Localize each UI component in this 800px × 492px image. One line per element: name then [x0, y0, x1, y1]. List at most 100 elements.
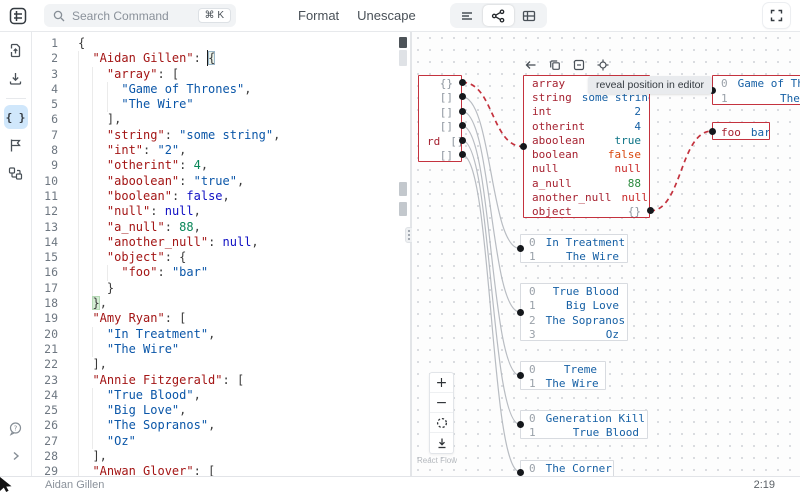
editor-line[interactable]: 21 "The Wire"	[32, 342, 398, 357]
help-button[interactable]: ?	[4, 416, 28, 440]
editor-line[interactable]: 17 }	[32, 281, 398, 296]
editor-line[interactable]: 9 "otherint": 4,	[32, 158, 398, 173]
search-icon	[53, 10, 65, 22]
hierarchy-icon	[8, 166, 23, 181]
indent-guide	[78, 327, 79, 342]
editor-line[interactable]: 7 "string": "some string",	[32, 128, 398, 143]
graph-node-alice-farmer-array[interactable]: 0The Corner	[520, 460, 614, 476]
edge-selected	[650, 131, 712, 211]
code-text: "The Wire"	[78, 97, 194, 112]
tab-graph-view[interactable]	[483, 5, 514, 26]
editor-line[interactable]: 1{	[32, 36, 398, 51]
node-value: []	[440, 106, 453, 119]
indent-guide	[78, 388, 79, 403]
editor-line[interactable]: 20 "In Treatment",	[32, 327, 398, 342]
download-image-button[interactable]	[430, 433, 453, 453]
editor-line[interactable]: 2 "Aidan Gillen": {	[32, 51, 398, 66]
editor-line[interactable]: 5 "The Wire"	[32, 97, 398, 112]
zoom-out-button[interactable]: −	[430, 393, 453, 413]
reveal-position-button[interactable]	[596, 58, 610, 72]
editor-line[interactable]: 14 "another_null": null,	[32, 235, 398, 250]
token: ,	[194, 220, 201, 234]
node-value: The Corner	[546, 462, 612, 475]
sidebar-item-node-links[interactable]	[4, 161, 28, 185]
editor-line[interactable]: 26 "The Sopranos",	[32, 418, 398, 433]
import-file-button[interactable]	[4, 38, 28, 62]
connection-dot	[459, 79, 466, 86]
line-number: 7	[32, 128, 58, 143]
scrollbar-mark	[399, 182, 407, 196]
editor-line[interactable]: 8 "int": "2",	[32, 143, 398, 158]
editor-line[interactable]: 3 "array": [	[32, 67, 398, 82]
editor-line[interactable]: 23 "Annie Fitzgerald": [	[32, 373, 398, 388]
indent-guide	[92, 418, 93, 433]
token: ,	[251, 235, 258, 249]
collapse-sidebar-button[interactable]	[4, 444, 28, 468]
arrow-left-icon	[525, 59, 537, 71]
copy-node-button[interactable]	[548, 58, 562, 72]
format-button[interactable]: Format	[298, 8, 339, 23]
editor-line[interactable]: 22 ],	[32, 357, 398, 372]
node-value: Generation Kill	[546, 412, 645, 425]
editor-line[interactable]: 16 "foo": "bar"	[32, 265, 398, 280]
code-text: "boolean": false,	[78, 189, 230, 204]
node-value: The Sopranos	[546, 314, 625, 327]
editor-line[interactable]: 12 "null": null,	[32, 204, 398, 219]
zoom-in-button[interactable]: +	[430, 373, 453, 393]
token: ,	[179, 403, 186, 417]
editor-line[interactable]: 25 "Big Love",	[32, 403, 398, 418]
line-number: 11	[32, 189, 58, 204]
editor-line[interactable]: 11 "boolean": false,	[32, 189, 398, 204]
back-button[interactable]	[524, 58, 538, 72]
edge	[462, 126, 520, 376]
sidebar-item-transform[interactable]	[4, 133, 28, 157]
editor-line[interactable]: 28 ],	[32, 449, 398, 464]
token: "bar"	[172, 265, 208, 279]
indent-guide	[92, 403, 93, 418]
svg-text:?: ?	[14, 424, 18, 432]
node-key: boolean	[532, 148, 578, 161]
scrollbar-cursor-mark	[399, 37, 407, 48]
editor-line[interactable]: 4 "Game of Thrones",	[32, 82, 398, 97]
edge	[462, 140, 520, 424]
scrollbar-thumb[interactable]	[399, 50, 407, 66]
graph-node-aidan-gillen-object[interactable]: arraystringsome stringint2otherint4abool…	[523, 75, 650, 218]
fullscreen-button[interactable]	[763, 3, 790, 28]
tab-table-view[interactable]	[514, 5, 545, 26]
graph-node-amy-ryan-array[interactable]: 0In Treatment1The Wire	[520, 234, 628, 263]
graph-node-alexander-skarsgard-array[interactable]: 0Generation Kill1True Blood	[520, 410, 648, 439]
line-number: 28	[32, 449, 58, 464]
node-value: The Wire	[546, 377, 599, 390]
fit-view-button[interactable]	[430, 413, 453, 433]
token: "Big Love"	[107, 403, 179, 417]
editor-line[interactable]: 24 "True Blood",	[32, 388, 398, 403]
sidebar-item-json-editor[interactable]: { }	[4, 105, 28, 129]
editor-line[interactable]: 6 ],	[32, 112, 398, 127]
tab-text-view[interactable]	[452, 5, 483, 26]
graph-node-object-foo-bar[interactable]: foobar	[712, 122, 770, 140]
search-input[interactable]: Search Command ⌘ K	[44, 4, 236, 27]
graph-canvas[interactable]: reveal position in editor + −	[412, 32, 800, 476]
line-number: 9	[32, 158, 58, 173]
download-button[interactable]	[4, 66, 28, 90]
editor-line[interactable]: 29 "Anwan Glover": [	[32, 464, 398, 476]
graph-node-root-object[interactable]: {}[][][]rd[][]	[418, 75, 462, 162]
graph-node-array-items[interactable]: 0Game of Thrones1The Wire	[712, 75, 800, 105]
editor-line[interactable]: 19 "Amy Ryan": [	[32, 311, 398, 326]
code-text: "The Wire"	[78, 342, 179, 357]
graph-node-anwan-glover-array[interactable]: 0Treme1The Wire	[520, 361, 606, 390]
editor-line[interactable]: 10 "aboolean": "true",	[32, 174, 398, 189]
editor-line[interactable]: 13 "a_null": 88,	[32, 220, 398, 235]
indent-guide	[78, 189, 79, 204]
token: :	[179, 158, 193, 172]
connection-dot	[517, 469, 524, 476]
app-logo[interactable]	[7, 5, 29, 27]
editor-line[interactable]: 18 },	[32, 296, 398, 311]
editor-line[interactable]: 27 "Oz"	[32, 434, 398, 449]
json-code-editor[interactable]: 1{2 "Aidan Gillen": {3 "array": [4 "Game…	[32, 32, 410, 476]
collapse-node-button[interactable]	[572, 58, 586, 72]
token: "Oz"	[107, 434, 136, 448]
graph-node-annie-fitzgerald-array[interactable]: 0True Blood1Big Love2The Sopranos3Oz	[520, 283, 628, 341]
unescape-button[interactable]: Unescape	[357, 8, 416, 23]
editor-line[interactable]: 15 "object": {	[32, 250, 398, 265]
